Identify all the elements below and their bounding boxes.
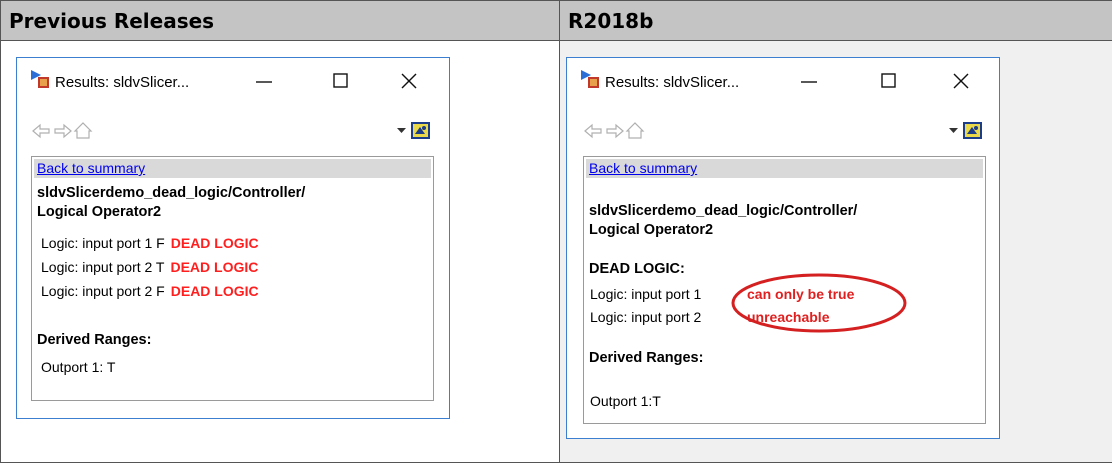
- logic-row: Logic: input port 2 F DEAD LOGIC: [41, 283, 259, 299]
- dead-logic-badge: DEAD LOGIC: [170, 283, 259, 299]
- header-r2018b: R2018b: [559, 0, 1112, 41]
- title-bar[interactable]: Results: sldvSlicer...: [567, 58, 999, 108]
- derived-ranges-heading: Derived Ranges:: [589, 350, 704, 366]
- results-content-pane: Back to summary sldvSlicerdemo_dead_logi…: [31, 156, 434, 401]
- back-to-summary-link[interactable]: Back to summary: [34, 159, 431, 178]
- header-previous-releases: Previous Releases: [0, 0, 560, 41]
- back-arrow-icon[interactable]: [584, 123, 602, 139]
- highlight-model-icon[interactable]: [411, 122, 430, 139]
- dead-logic-badge: DEAD LOGIC: [170, 235, 259, 251]
- forward-arrow-icon[interactable]: [606, 123, 624, 139]
- minimize-icon[interactable]: [249, 66, 279, 96]
- results-app-icon: [581, 70, 599, 88]
- back-arrow-icon[interactable]: [32, 123, 50, 139]
- dropdown-arrow-icon[interactable]: [397, 128, 406, 133]
- results-app-icon: [31, 70, 49, 88]
- close-icon[interactable]: [946, 66, 976, 96]
- home-icon[interactable]: [625, 122, 645, 139]
- minimize-icon[interactable]: [794, 66, 824, 96]
- window-title: Results: sldvSlicer...: [605, 74, 740, 91]
- logic-row: Logic: input port 2: [590, 309, 702, 325]
- dead-logic-badge: DEAD LOGIC: [170, 259, 259, 275]
- window-title: Results: sldvSlicer...: [55, 74, 190, 91]
- view-options: [397, 122, 430, 139]
- title-bar[interactable]: Results: sldvSlicer...: [17, 58, 449, 108]
- highlight-ellipse: [731, 273, 907, 333]
- view-options: [949, 122, 982, 139]
- maximize-icon[interactable]: [874, 66, 904, 96]
- outport-range: Outport 1:T: [590, 393, 661, 409]
- results-window-previous[interactable]: Results: sldvSlicer... Back to summary s…: [16, 57, 450, 419]
- dropdown-arrow-icon[interactable]: [949, 128, 958, 133]
- block-path: sldvSlicerdemo_dead_logic/Controller/ Lo…: [37, 185, 306, 220]
- forward-arrow-icon[interactable]: [54, 123, 72, 139]
- outport-range: Outport 1: T: [41, 359, 116, 375]
- results-window-r2018b[interactable]: Results: sldvSlicer... Back to summary s…: [566, 57, 1000, 439]
- derived-ranges-heading: Derived Ranges:: [37, 332, 152, 348]
- navigation-toolbar: [584, 122, 645, 139]
- highlight-model-icon[interactable]: [963, 122, 982, 139]
- logic-row: Logic: input port 2 T DEAD LOGIC: [41, 259, 259, 275]
- results-content-pane: Back to summary sldvSlicerdemo_dead_logi…: [583, 156, 986, 424]
- navigation-toolbar: [32, 122, 93, 139]
- logic-row: Logic: input port 1 F DEAD LOGIC: [41, 235, 259, 251]
- logic-row: Logic: input port 1: [590, 286, 702, 302]
- maximize-icon[interactable]: [326, 66, 356, 96]
- dead-logic-heading: DEAD LOGIC:: [589, 261, 685, 277]
- block-path: sldvSlicerdemo_dead_logic/Controller/ Lo…: [589, 203, 858, 238]
- home-icon[interactable]: [73, 122, 93, 139]
- back-to-summary-link[interactable]: Back to summary: [586, 159, 983, 178]
- close-icon[interactable]: [394, 66, 424, 96]
